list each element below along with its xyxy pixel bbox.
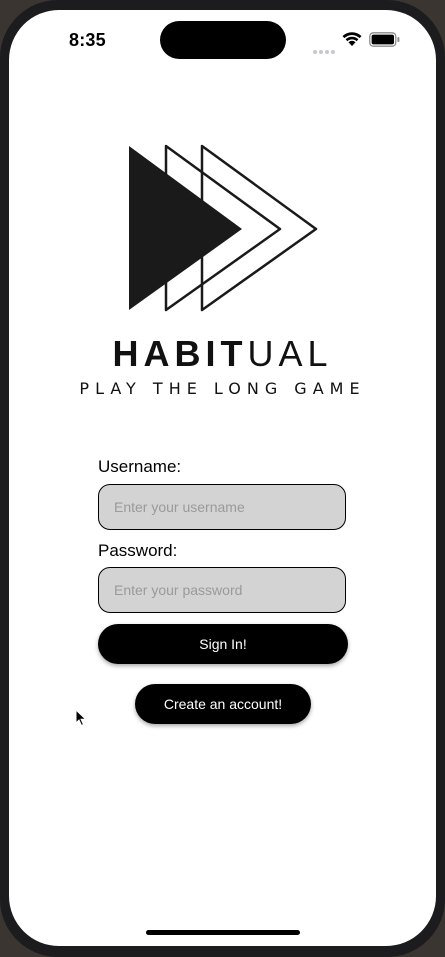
app-name: HABITUAL <box>9 336 436 372</box>
signal-icon <box>313 41 337 59</box>
app-name-bold: HABIT <box>112 333 248 374</box>
fast-forward-triangles-icon <box>129 144 318 312</box>
home-indicator[interactable] <box>146 930 300 935</box>
password-label: Password: <box>98 541 178 560</box>
status-time: 8:35 <box>69 30 106 50</box>
dynamic-island <box>160 21 286 59</box>
username-input[interactable] <box>98 484 346 530</box>
tagline: PLAY THE LONG GAME <box>79 379 366 398</box>
app-screen: 8:35 HABITUAL PLAY THE LONG GAME Usernam… <box>9 10 436 946</box>
app-name-light: UAL <box>247 333 333 374</box>
sign-in-button[interactable]: Sign In! <box>98 624 348 664</box>
wifi-icon <box>342 32 362 46</box>
username-label: Username: <box>98 457 182 476</box>
battery-icon <box>369 32 400 47</box>
device-frame: 8:35 HABITUAL PLAY THE LONG GAME Usernam… <box>0 0 445 957</box>
password-input[interactable] <box>98 567 346 613</box>
mouse-cursor-icon <box>75 709 87 727</box>
create-account-button[interactable]: Create an account! <box>135 684 311 724</box>
